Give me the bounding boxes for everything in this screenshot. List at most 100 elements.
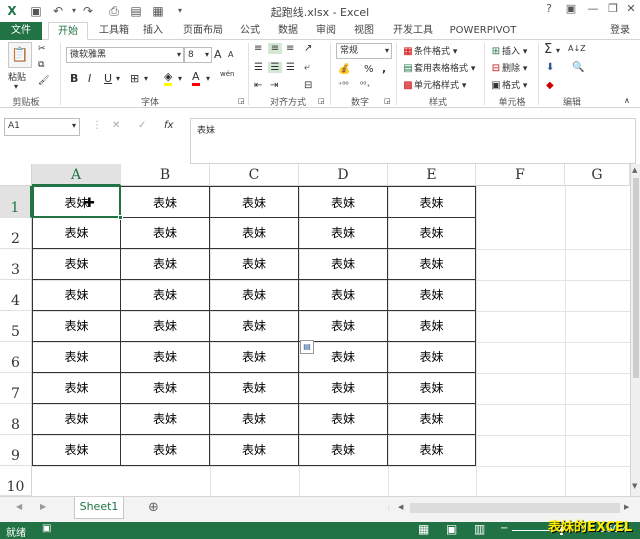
increase-indent-icon[interactable]: ⇥	[270, 80, 278, 91]
cell-b8[interactable]: 表妹	[121, 404, 210, 435]
autosum-dropdown-icon[interactable]: ▾	[556, 46, 560, 55]
number-dialog-launcher-icon[interactable]: ◲	[384, 97, 391, 105]
cell-d4[interactable]: 表妹	[299, 280, 388, 311]
cut-icon[interactable]: ✂	[38, 44, 46, 54]
scroll-left-icon[interactable]: ◀	[398, 503, 403, 511]
name-box[interactable]: A1 ▾	[4, 118, 80, 136]
font-color-icon[interactable]: A	[192, 70, 200, 86]
cell-e9[interactable]: 表妹	[388, 435, 476, 466]
column-header-c[interactable]: C	[210, 164, 299, 186]
find-select-icon[interactable]: 🔍	[572, 62, 584, 73]
cell-e1[interactable]: 表妹	[388, 186, 476, 218]
scroll-down-icon[interactable]: ▼	[632, 482, 637, 490]
conditional-formatting-button[interactable]: ▦条件格式 ▾	[402, 44, 457, 58]
cell-d5[interactable]: 表妹	[299, 311, 388, 342]
cell-b7[interactable]: 表妹	[121, 373, 210, 404]
column-header-g[interactable]: G	[565, 164, 630, 186]
cell-e5[interactable]: 表妹	[388, 311, 476, 342]
orientation-icon[interactable]: ↗	[304, 43, 312, 54]
phonetic-button[interactable]: wén	[220, 70, 234, 78]
sheet-tab-sheet1[interactable]: Sheet1	[74, 497, 124, 519]
row-header-9[interactable]: 9	[0, 435, 32, 466]
cancel-entry-icon[interactable]: ✕	[112, 120, 120, 131]
font-dialog-launcher-icon[interactable]: ◲	[238, 97, 245, 105]
cell-a2[interactable]: 表妹	[32, 218, 121, 249]
cell-e8[interactable]: 表妹	[388, 404, 476, 435]
new-sheet-button[interactable]: ⊕	[148, 500, 159, 515]
normal-view-icon[interactable]: ▦	[418, 522, 429, 536]
grow-font-button[interactable]: A	[214, 48, 222, 61]
cell-b9[interactable]: 表妹	[121, 435, 210, 466]
cell-b1[interactable]: 表妹	[121, 186, 210, 218]
cell-a4[interactable]: 表妹	[32, 280, 121, 311]
cell-b6[interactable]: 表妹	[121, 342, 210, 373]
cell-d1[interactable]: 表妹	[299, 186, 388, 218]
borders-icon[interactable]: ⊞	[130, 72, 139, 85]
insert-function-button[interactable]: fx	[164, 120, 173, 131]
formula-input[interactable]: 表妹	[190, 118, 636, 164]
tab-view[interactable]: 视图	[350, 22, 378, 40]
cell-e7[interactable]: 表妹	[388, 373, 476, 404]
cell-b2[interactable]: 表妹	[121, 218, 210, 249]
font-name-select[interactable]: 微软雅黑 ▾	[66, 47, 184, 63]
insert-cells-button[interactable]: ⊞ 插入 ▾	[490, 44, 528, 58]
horizontal-scrollbar[interactable]	[410, 503, 620, 513]
format-painter-icon[interactable]: 🖌	[38, 76, 49, 86]
autosum-button[interactable]: Σ	[544, 42, 552, 57]
cell-e3[interactable]: 表妹	[388, 249, 476, 280]
column-header-d[interactable]: D	[299, 164, 388, 186]
fill-color-dropdown-icon[interactable]: ▾	[178, 74, 182, 83]
fill-handle[interactable]	[118, 215, 123, 220]
format-cells-button[interactable]: ▣格式 ▾	[490, 78, 527, 92]
number-format-select[interactable]: 常规 ▾	[336, 43, 392, 59]
clear-icon[interactable]: ◆	[546, 80, 554, 91]
column-header-f[interactable]: F	[476, 164, 565, 186]
cell-d2[interactable]: 表妹	[299, 218, 388, 249]
cell-c1[interactable]: 表妹	[210, 186, 299, 218]
borders-dropdown-icon[interactable]: ▾	[144, 74, 148, 83]
cell-e4[interactable]: 表妹	[388, 280, 476, 311]
cell-c5[interactable]: 表妹	[210, 311, 299, 342]
cell-a5[interactable]: 表妹	[32, 311, 121, 342]
row-header-10[interactable]: 10	[0, 466, 32, 496]
font-color-dropdown-icon[interactable]: ▾	[206, 74, 210, 83]
prev-sheet-icon[interactable]: ◀	[16, 502, 22, 511]
cell-a6[interactable]: 表妹	[32, 342, 121, 373]
format-as-table-button[interactable]: ▤套用表格格式 ▾	[402, 61, 475, 75]
scroll-right-icon[interactable]: ▶	[624, 503, 629, 511]
minimize-icon[interactable]: —	[584, 2, 602, 18]
copy-icon[interactable]: ⧉	[38, 60, 44, 70]
cell-e2[interactable]: 表妹	[388, 218, 476, 249]
next-sheet-icon[interactable]: ▶	[40, 502, 46, 511]
increase-decimal-icon[interactable]: ⁺⁰⁰	[338, 80, 349, 89]
column-header-e[interactable]: E	[388, 164, 476, 186]
paste-options-icon[interactable]: ▤	[300, 340, 314, 354]
scroll-thumb[interactable]	[633, 178, 639, 378]
cell-a7[interactable]: 表妹	[32, 373, 121, 404]
collapse-ribbon-icon[interactable]: ∧	[624, 96, 630, 105]
paste-icon[interactable]: 📋	[8, 42, 32, 68]
cell-d3[interactable]: 表妹	[299, 249, 388, 280]
cell-b5[interactable]: 表妹	[121, 311, 210, 342]
ribbon-display-icon[interactable]: ▣	[562, 2, 580, 18]
tab-data[interactable]: 数据	[274, 22, 302, 40]
shrink-font-button[interactable]: A	[228, 50, 233, 59]
cell-e6[interactable]: 表妹	[388, 342, 476, 373]
merge-center-icon[interactable]: ⊟	[304, 80, 312, 91]
tab-formulas[interactable]: 公式	[236, 22, 264, 40]
row-header-4[interactable]: 4	[0, 280, 32, 311]
cell-styles-button[interactable]: ▩单元格样式 ▾	[402, 78, 466, 92]
middle-align-icon[interactable]: ≡	[268, 43, 282, 54]
fill-color-icon[interactable]: ◈	[164, 70, 173, 86]
align-center-icon[interactable]: ☰	[268, 62, 282, 73]
column-header-b[interactable]: B	[121, 164, 210, 186]
login-link[interactable]: 登录	[608, 22, 632, 40]
decrease-decimal-icon[interactable]: ⁰⁰₊	[360, 80, 371, 89]
cell-c8[interactable]: 表妹	[210, 404, 299, 435]
tab-insert[interactable]: 插入	[138, 22, 168, 40]
cell-a8[interactable]: 表妹	[32, 404, 121, 435]
accounting-format-icon[interactable]: 💰	[338, 64, 350, 75]
cell-a3[interactable]: 表妹	[32, 249, 121, 280]
zoom-out-icon[interactable]: −	[500, 523, 508, 534]
help-icon[interactable]: ?	[540, 2, 558, 18]
